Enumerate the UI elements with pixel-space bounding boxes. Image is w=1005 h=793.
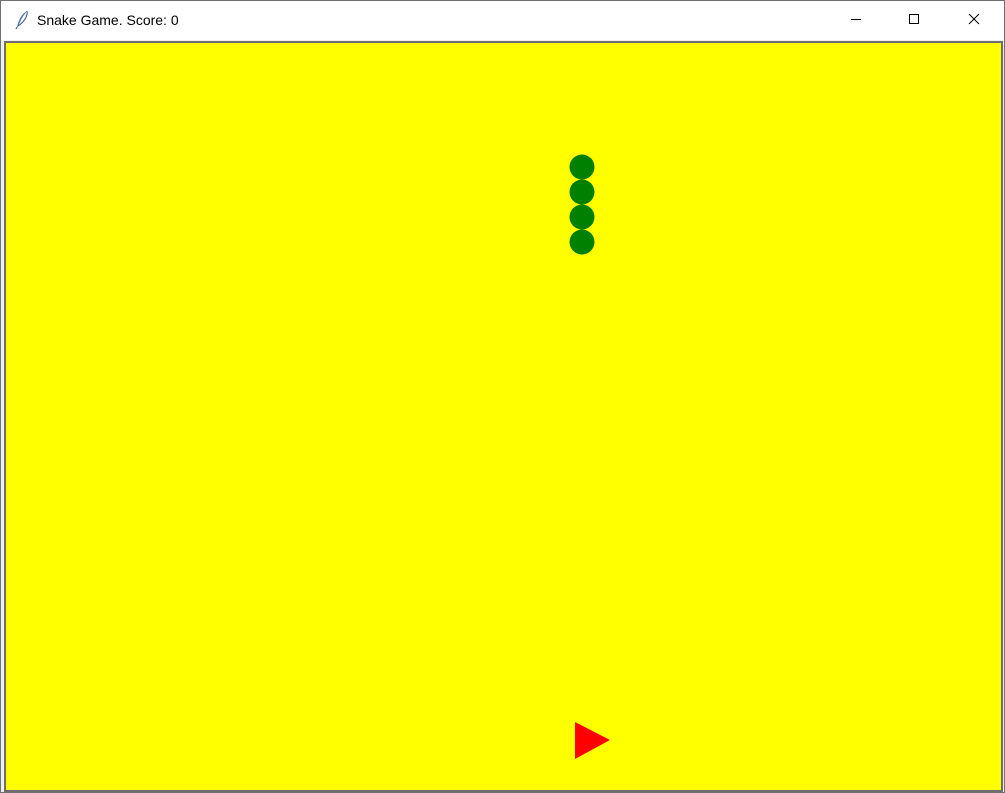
close-button[interactable] (943, 1, 1004, 40)
app-window: Snake Game. Score: 0 (0, 0, 1005, 793)
maximize-icon (908, 12, 920, 30)
feather-icon (14, 10, 30, 30)
snake-segment (569, 229, 595, 255)
close-icon (968, 12, 980, 30)
minimize-icon (850, 12, 862, 30)
title-bar[interactable]: Snake Game. Score: 0 (1, 1, 1004, 40)
maximize-button[interactable] (885, 1, 943, 40)
minimize-button[interactable] (827, 1, 885, 40)
window-title: Snake Game. Score: 0 (37, 12, 179, 28)
snake-segment (569, 179, 595, 205)
game-canvas[interactable] (4, 41, 1003, 792)
game-board (569, 154, 610, 759)
snake (569, 154, 595, 255)
triangle-right-icon (575, 722, 610, 759)
snake-segment (569, 154, 595, 180)
snake-segment (569, 204, 595, 230)
